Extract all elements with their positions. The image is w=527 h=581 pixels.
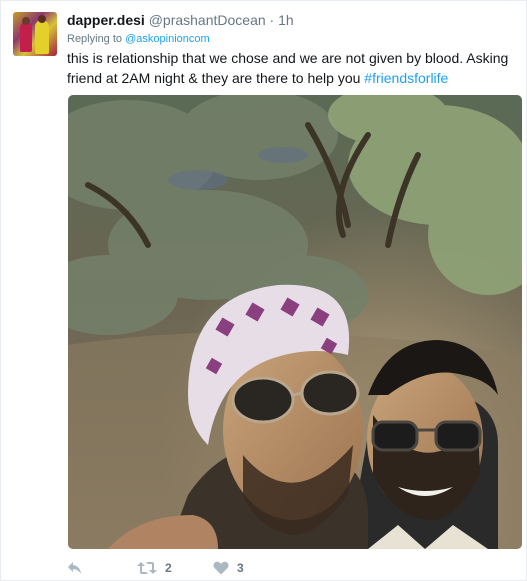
like-count: 3 [237,561,244,575]
replying-handle-link[interactable]: @askopinioncom [125,33,210,45]
replying-prefix: Replying to [67,33,123,45]
tweet-header: dapper.desi @prashantDocean · 1h [67,11,294,29]
author-fullname[interactable]: dapper.desi [67,12,145,28]
tweet-photo[interactable] [68,95,522,549]
avatar[interactable] [13,12,57,56]
author-username[interactable]: @prashantDocean [149,12,266,28]
tweet-text: this is relationship that we chose and w… [67,48,522,88]
reply-icon [67,561,83,575]
heart-icon [213,561,229,575]
retweet-button[interactable]: 2 [137,559,172,577]
hashtag-link[interactable]: #friendsforlife [364,70,448,86]
reply-button[interactable] [67,559,83,577]
tweet-card[interactable]: dapper.desi @prashantDocean · 1h Replyin… [0,0,527,581]
tweet-timestamp[interactable]: 1h [278,12,294,28]
retweet-count: 2 [165,561,172,575]
separator-dot: · [269,12,275,28]
tweet-actions: 2 3 [67,559,367,577]
like-button[interactable]: 3 [213,559,244,577]
retweet-icon [137,561,157,575]
replying-to: Replying to @askopinioncom [67,32,210,46]
